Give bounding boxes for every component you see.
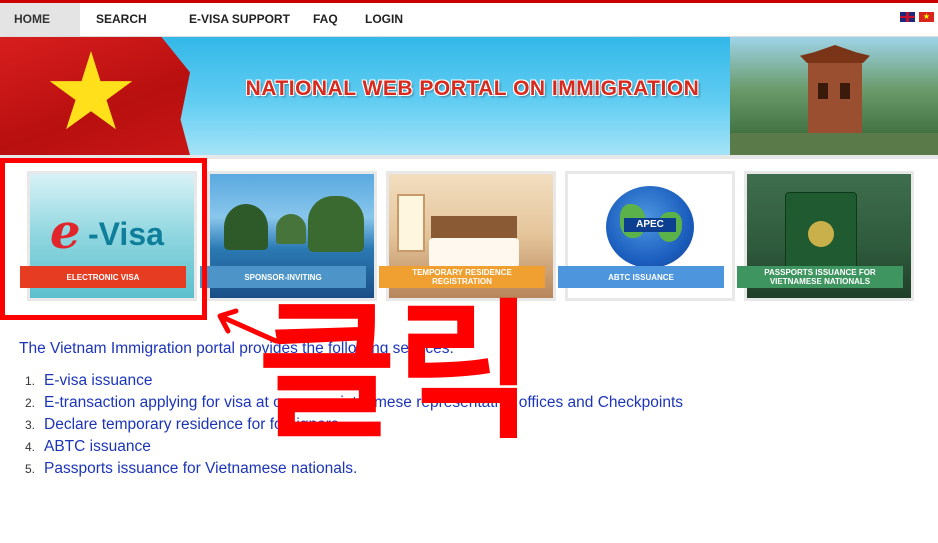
services-list: 1. E-visa issuance 2. E-transaction applyi…: [25, 370, 683, 480]
nav-login[interactable]: LOGIN: [365, 3, 403, 36]
list-item[interactable]: 2. E-transaction applying for visa at ove…: [25, 392, 683, 414]
service-link: Passports issuance for Vietnamese nation…: [44, 460, 358, 477]
list-item[interactable]: 3. Declare temporary residence for foreig…: [25, 414, 683, 436]
evisa-logo-e: e: [50, 204, 81, 260]
nav-evisa-support[interactable]: E-VISA SUPPORT: [189, 3, 290, 36]
nav-faq[interactable]: FAQ: [313, 3, 338, 36]
card-temporary-residence[interactable]: TEMPORARY RESIDENCE REGISTRATION: [379, 171, 556, 301]
card-label[interactable]: PASSPORTS ISSUANCE FOR VIETNAMESE NATION…: [737, 266, 903, 288]
service-link: ABTC issuance: [44, 438, 151, 455]
card-label[interactable]: SPONSOR-INVITING: [200, 266, 366, 288]
service-link: Declare temporary residence for foreigne…: [44, 416, 339, 433]
list-item[interactable]: 5. Passports issuance for Vietnamese nati…: [25, 458, 683, 480]
card-label[interactable]: ABTC ISSUANCE: [558, 266, 724, 288]
list-item[interactable]: 1. E-visa issuance: [25, 370, 683, 392]
card-sponsor-inviting[interactable]: SPONSOR-INVITING: [200, 171, 377, 301]
portal-title: NATIONAL WEB PORTAL ON IMMIGRATION: [245, 77, 700, 100]
top-nav: HOME SEARCH E-VISA SUPPORT FAQ LOGIN ★: [0, 3, 938, 37]
list-item[interactable]: 4. ABTC issuance: [25, 436, 683, 458]
nav-home[interactable]: HOME: [0, 3, 80, 36]
services-intro: The Vietnam Immigration portal provides …: [19, 340, 454, 357]
service-link: E-transaction applying for visa at overs…: [44, 394, 684, 411]
card-passports-issuance[interactable]: PASSPORTS ISSUANCE FOR VIETNAMESE NATION…: [737, 171, 914, 301]
service-link: E-visa issuance: [44, 372, 153, 389]
banner-divider: [0, 155, 938, 159]
temple-image: [730, 37, 938, 155]
evisa-logo-text: -Visa: [88, 216, 164, 252]
card-electronic-visa[interactable]: e -Visa ELECTRONIC VISA: [20, 171, 197, 301]
vietnam-flag-icon[interactable]: ★: [919, 12, 934, 22]
card-abtc-issuance[interactable]: APEC ABTC ISSUANCE: [558, 171, 735, 301]
card-label[interactable]: TEMPORARY RESIDENCE REGISTRATION: [379, 266, 545, 288]
nav-search[interactable]: SEARCH: [96, 3, 147, 36]
apec-logo-text: APEC: [624, 218, 676, 232]
header-banner: NATIONAL WEB PORTAL ON IMMIGRATION: [0, 37, 938, 155]
english-flag-icon[interactable]: [900, 12, 915, 22]
card-label[interactable]: ELECTRONIC VISA: [20, 266, 186, 288]
